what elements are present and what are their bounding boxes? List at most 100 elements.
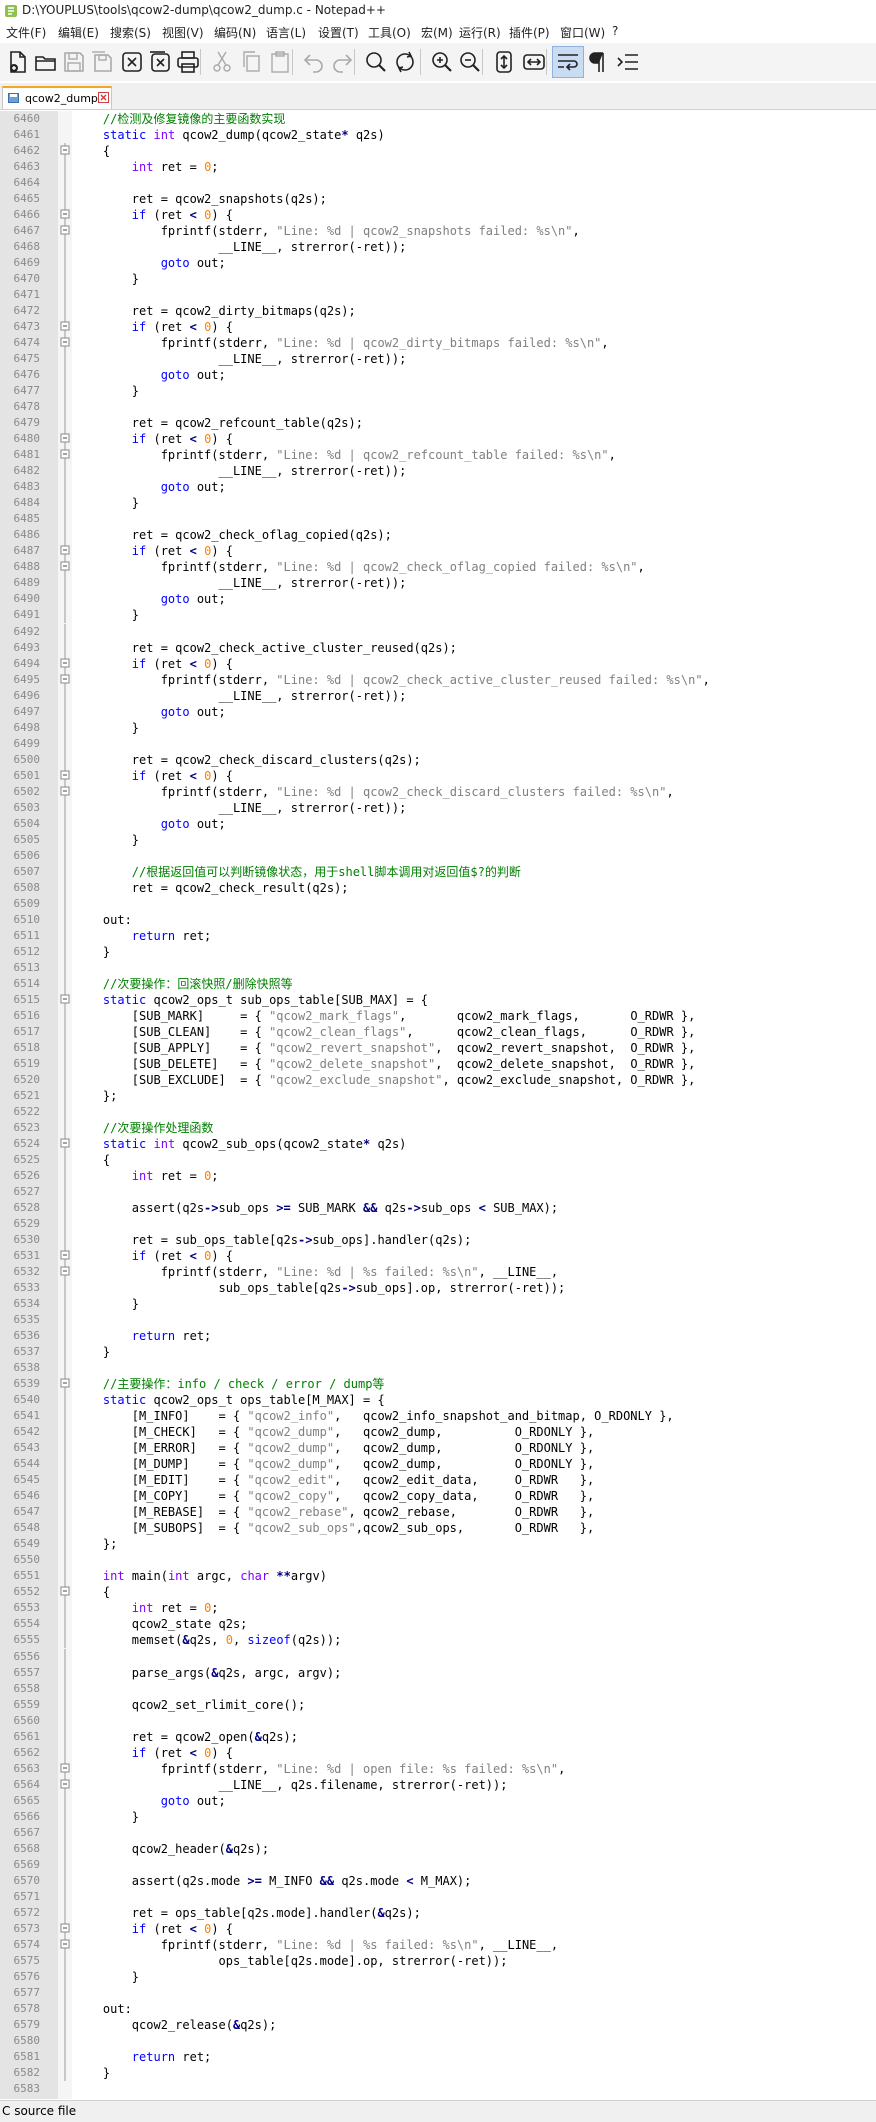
code-line[interactable]: 6491 } [0, 607, 876, 624]
code-line[interactable]: 6575 ops_table[q2s.mode].op, strerror(-r… [0, 1952, 876, 1969]
code-line[interactable]: 6525 { [0, 1152, 876, 1169]
code-line[interactable]: 6503 __LINE__, strerror(-ret)); [0, 799, 876, 816]
code-line[interactable]: 6465 ret = qcow2_snapshots(q2s); [0, 191, 876, 208]
code-line[interactable]: 6571 [0, 1888, 876, 1905]
code-line[interactable]: 6483 goto out; [0, 479, 876, 496]
code-line[interactable]: 6560 [0, 1712, 876, 1729]
code-line[interactable]: 6558 [0, 1680, 876, 1697]
code-line[interactable]: 6570 assert(q2s.mode >= M_INFO && q2s.mo… [0, 1872, 876, 1889]
menu-item-6[interactable]: 设置(T) [318, 24, 359, 41]
code-line[interactable]: 6475 __LINE__, strerror(-ret)); [0, 351, 876, 368]
code-line[interactable]: 6474 fprintf(stderr, "Line: %d | qcow2_d… [0, 335, 876, 352]
code-line[interactable]: 6522 [0, 1103, 876, 1120]
code-line[interactable]: 6490 goto out; [0, 591, 876, 608]
code-line[interactable]: 6518 [SUB_APPLY] = { "qcow2_revert_snaps… [0, 1039, 876, 1056]
code-line[interactable]: 6539 //主要操作：info / check / error / dump等 [0, 1376, 876, 1393]
code-line[interactable]: 6463 int ret = 0; [0, 159, 876, 176]
code-line[interactable]: 6514 //次要操作：回滚快照/删除快照等 [0, 975, 876, 992]
code-line[interactable]: 6523 //次要操作处理函数 [0, 1119, 876, 1136]
code-line[interactable]: 6520 [SUB_EXCLUDE] = { "qcow2_exclude_sn… [0, 1071, 876, 1088]
code-line[interactable]: 6511 return ret; [0, 927, 876, 944]
code-line[interactable]: 6508 ret = qcow2_check_result(q2s); [0, 879, 876, 896]
code-line[interactable]: 6505 } [0, 831, 876, 848]
code-line[interactable]: 6534 } [0, 1296, 876, 1313]
show-all-chars-button[interactable] [582, 46, 614, 78]
code-line[interactable]: 6504 goto out; [0, 815, 876, 832]
code-line[interactable]: 6535 [0, 1312, 876, 1329]
code-line[interactable]: 6567 [0, 1824, 876, 1841]
menu-item-0[interactable]: 文件(F) [6, 24, 46, 41]
code-line[interactable]: 6565 goto out; [0, 1792, 876, 1809]
indent-guide-button[interactable] [612, 46, 644, 78]
code-line[interactable]: 6519 [SUB_DELETE] = { "qcow2_delete_snap… [0, 1055, 876, 1072]
code-line[interactable]: 6471 [0, 287, 876, 304]
code-line[interactable]: 6485 [0, 511, 876, 528]
word-wrap-button[interactable] [552, 46, 584, 78]
code-line[interactable]: 6521 }; [0, 1087, 876, 1104]
code-line[interactable]: 6501 if (ret < 0) { [0, 767, 876, 784]
code-line[interactable]: 6538 [0, 1360, 876, 1377]
code-line[interactable]: 6531 if (ret < 0) { [0, 1248, 876, 1265]
code-line[interactable]: 6502 fprintf(stderr, "Line: %d | qcow2_c… [0, 783, 876, 800]
code-line[interactable]: 6498 } [0, 719, 876, 736]
code-line[interactable]: 6494 if (ret < 0) { [0, 655, 876, 672]
code-editor[interactable]: 6460 //检测及修复镜像的主要函数实现 6461 static int qco… [0, 111, 876, 2099]
code-line[interactable]: 6489 __LINE__, strerror(-ret)); [0, 575, 876, 592]
code-line[interactable]: 6497 goto out; [0, 703, 876, 720]
code-line[interactable]: 6460 //检测及修复镜像的主要函数实现 [0, 111, 876, 127]
menu-item-11[interactable]: 窗口(W) [560, 24, 605, 41]
code-line[interactable]: 6513 [0, 959, 876, 976]
code-line[interactable]: 6466 if (ret < 0) { [0, 207, 876, 224]
code-line[interactable]: 6541 [M_INFO] = { "qcow2_info", qcow2_in… [0, 1408, 876, 1425]
code-line[interactable]: 6557 parse_args(&q2s, argc, argv); [0, 1664, 876, 1681]
menu-item-5[interactable]: 语言(L) [266, 24, 306, 41]
code-line[interactable]: 6507 //根据返回值可以判断镜像状态，用于shell脚本调用对返回值$?的判… [0, 863, 876, 880]
code-line[interactable]: 6542 [M_CHECK] = { "qcow2_dump", qcow2_d… [0, 1424, 876, 1441]
code-line[interactable]: 6493 ret = qcow2_check_active_cluster_re… [0, 639, 876, 656]
code-line[interactable]: 6484 } [0, 495, 876, 512]
code-line[interactable]: 6479 ret = qcow2_refcount_table(q2s); [0, 415, 876, 432]
code-line[interactable]: 6496 __LINE__, strerror(-ret)); [0, 687, 876, 704]
menu-item-7[interactable]: 工具(O) [368, 24, 411, 41]
code-line[interactable]: 6537 } [0, 1344, 876, 1361]
code-line[interactable]: 6468 __LINE__, strerror(-ret)); [0, 239, 876, 256]
code-line[interactable]: 6548 [M_SUBOPS] = { "qcow2_sub_ops",qcow… [0, 1520, 876, 1537]
sync-vertical-button[interactable] [488, 46, 520, 78]
code-line[interactable]: 6510 out: [0, 911, 876, 928]
code-line[interactable]: 6563 fprintf(stderr, "Line: %d | open fi… [0, 1760, 876, 1777]
code-line[interactable]: 6582 } [0, 2064, 876, 2081]
menu-item-9[interactable]: 运行(R) [459, 24, 501, 41]
code-line[interactable]: 6583 [0, 2081, 876, 2097]
menu-item-2[interactable]: 搜索(S) [110, 24, 151, 41]
code-line[interactable]: 6577 [0, 1984, 876, 2001]
code-line[interactable]: 6576 } [0, 1968, 876, 1985]
code-line[interactable]: 6569 [0, 1856, 876, 1873]
menu-item-1[interactable]: 编辑(E) [58, 24, 99, 41]
code-line[interactable]: 6499 [0, 735, 876, 752]
code-line[interactable]: 6532 fprintf(stderr, "Line: %d | %s fail… [0, 1264, 876, 1281]
code-line[interactable]: 6515 static qcow2_ops_t sub_ops_table[SU… [0, 991, 876, 1008]
code-line[interactable]: 6476 goto out; [0, 367, 876, 384]
code-line[interactable]: 6581 return ret; [0, 2048, 876, 2065]
code-line[interactable]: 6528 assert(q2s->sub_ops >= SUB_MARK && … [0, 1200, 876, 1217]
menu-item-12[interactable]: ? [612, 24, 618, 38]
code-line[interactable]: 6488 fprintf(stderr, "Line: %d | qcow2_c… [0, 559, 876, 576]
code-line[interactable]: 6566 } [0, 1808, 876, 1825]
code-line[interactable]: 6574 fprintf(stderr, "Line: %d | %s fail… [0, 1936, 876, 1953]
code-line[interactable]: 6529 [0, 1216, 876, 1233]
cut-button[interactable] [206, 46, 238, 78]
code-line[interactable]: 6579 qcow2_release(&q2s); [0, 2016, 876, 2033]
code-line[interactable]: 6467 fprintf(stderr, "Line: %d | qcow2_s… [0, 223, 876, 240]
code-line[interactable]: 6533 sub_ops_table[q2s->sub_ops].op, str… [0, 1280, 876, 1297]
code-line[interactable]: 6554 qcow2_state q2s; [0, 1616, 876, 1633]
menu-item-3[interactable]: 视图(V) [162, 24, 204, 41]
code-line[interactable]: 6481 fprintf(stderr, "Line: %d | qcow2_r… [0, 447, 876, 464]
code-line[interactable]: 6524 static int qcow2_sub_ops(qcow2_stat… [0, 1136, 876, 1152]
code-line[interactable]: 6492 [0, 623, 876, 640]
code-line[interactable]: 6526 int ret = 0; [0, 1168, 876, 1185]
code-line[interactable]: 6530 ret = sub_ops_table[q2s->sub_ops].h… [0, 1232, 876, 1249]
code-line[interactable]: 6549 }; [0, 1536, 876, 1553]
code-line[interactable]: 6561 ret = qcow2_open(&q2s); [0, 1728, 876, 1745]
code-line[interactable]: 6470 } [0, 271, 876, 288]
code-line[interactable]: 6509 [0, 895, 876, 912]
